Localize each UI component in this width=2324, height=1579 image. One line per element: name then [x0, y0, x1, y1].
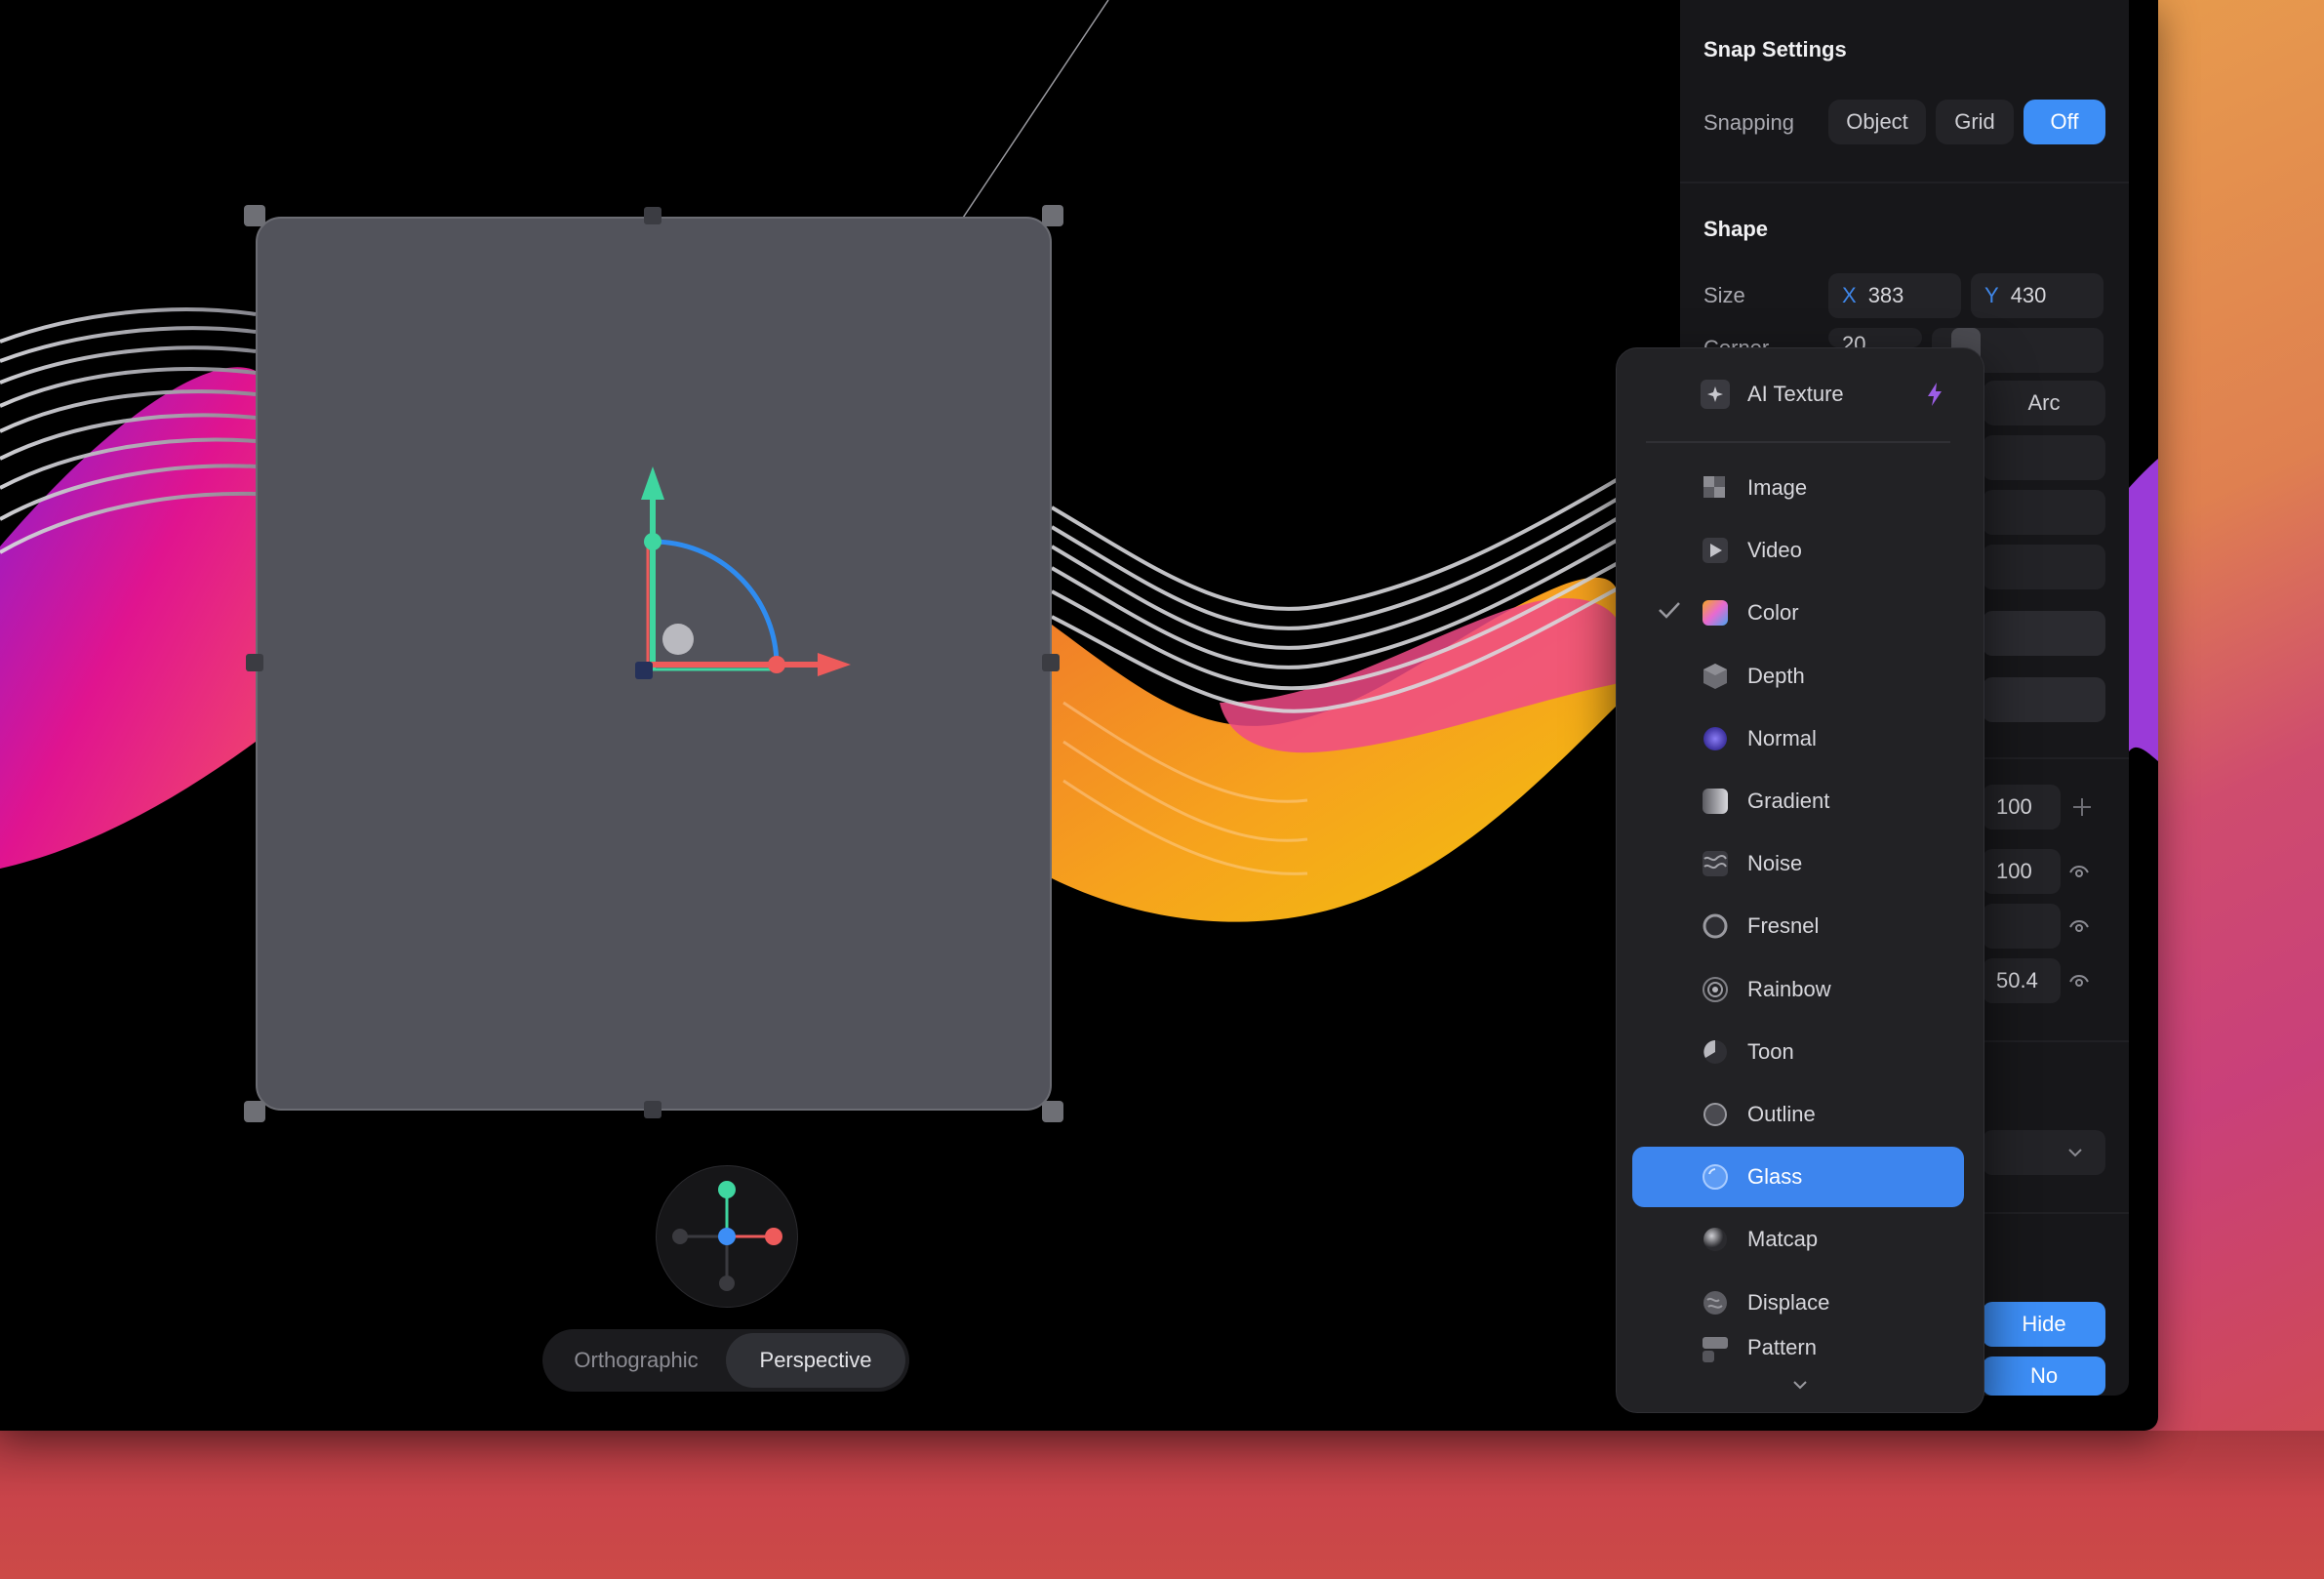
video-icon [1701, 536, 1730, 565]
noise-icon [1701, 849, 1730, 878]
eye-icon[interactable] [2068, 915, 2090, 937]
snap-settings-title: Snap Settings [1703, 37, 1847, 61]
snap-object-button[interactable]: Object [1828, 100, 1926, 144]
texture-item-label: Rainbow [1747, 976, 1831, 1001]
rainbow-icon [1701, 975, 1730, 1004]
snap-off-button[interactable]: Off [2023, 100, 2105, 144]
ai-texture-item[interactable]: AI Texture [1632, 364, 1964, 425]
arc-button[interactable]: Arc [1983, 381, 2105, 425]
ai-texture-label: AI Texture [1747, 382, 1844, 406]
shape-field-2[interactable] [1983, 490, 2105, 535]
lightning-icon [1928, 383, 1942, 406]
texture-item-label: Depth [1747, 663, 1805, 688]
normal-icon [1701, 724, 1730, 753]
texture-item-label: Displace [1747, 1289, 1830, 1315]
texture-item-label: Pattern [1747, 1334, 1817, 1359]
shape-field-1[interactable] [1983, 435, 2105, 480]
texture-item-pattern[interactable]: Pattern [1632, 1335, 1964, 1362]
desktop-wallpaper-bottom [0, 1431, 2324, 1579]
x-axis-label: X [1842, 283, 1857, 307]
texture-item-label: Toon [1747, 1038, 1794, 1064]
menu-separator [1646, 441, 1950, 443]
pattern-icon [1701, 1335, 1730, 1362]
texture-item-label: Fresnel [1747, 913, 1820, 939]
texture-item-label: Noise [1747, 851, 1803, 876]
texture-item-fresnel[interactable]: Fresnel [1632, 896, 1964, 956]
size-x-value: 383 [1867, 283, 1904, 307]
layer-value-field-4[interactable]: 50.4 [1983, 958, 2061, 1003]
size-label: Size [1703, 283, 1745, 307]
texture-item-gradient[interactable]: Gradient [1632, 771, 1964, 831]
texture-item-label: Matcap [1747, 1227, 1819, 1252]
gradient-icon [1701, 787, 1730, 816]
texture-item-label: Outline [1747, 1102, 1816, 1126]
add-icon[interactable] [2070, 795, 2094, 819]
size-x-field[interactable]: X 383 [1828, 273, 1961, 318]
sparkle-icon [1701, 380, 1730, 409]
texture-item-noise[interactable]: Noise [1632, 833, 1964, 894]
texture-dropdown-menu: AI Texture Image Video Color Depth Normal Gra… [1616, 347, 1984, 1413]
image-icon [1701, 473, 1730, 503]
texture-item-label: Color [1747, 600, 1799, 626]
texture-item-toon[interactable]: Toon [1632, 1022, 1964, 1082]
corner-field[interactable]: 20 [1828, 328, 1922, 347]
shape-field-5[interactable] [1983, 677, 2105, 722]
layer-value-field-1[interactable]: 100 [1983, 785, 2061, 830]
shape-title: Shape [1703, 217, 1769, 241]
texture-item-rainbow[interactable]: Rainbow [1632, 959, 1964, 1020]
outline-icon [1701, 1100, 1730, 1129]
texture-item-image[interactable]: Image [1632, 458, 1964, 518]
fresnel-icon [1701, 911, 1730, 941]
orthographic-option[interactable]: Orthographic [546, 1333, 726, 1388]
color-icon [1701, 598, 1730, 628]
shape-field-4[interactable] [1983, 611, 2105, 656]
texture-item-glass[interactable]: Glass [1632, 1147, 1964, 1208]
texture-item-label: Image [1747, 475, 1808, 500]
navigation-sphere[interactable] [656, 1165, 798, 1308]
glass-icon [1701, 1162, 1730, 1192]
eye-icon[interactable] [2068, 861, 2090, 882]
eye-icon[interactable] [2068, 970, 2090, 992]
size-y-field[interactable]: Y 430 [1971, 273, 2104, 318]
texture-item-matcap[interactable]: Matcap [1632, 1209, 1964, 1270]
perspective-option[interactable]: Perspective [726, 1333, 905, 1388]
texture-item-video[interactable]: Video [1632, 520, 1964, 581]
texture-item-label: Video [1747, 538, 1802, 563]
desktop-wallpaper-right [2137, 0, 2324, 1431]
hide-button[interactable]: Hide [1983, 1302, 2105, 1347]
matcap-icon [1701, 1225, 1730, 1254]
depth-icon [1701, 662, 1730, 691]
view-mode-toggle: Orthographic Perspective [542, 1329, 909, 1392]
texture-item-label: Normal [1747, 725, 1817, 750]
select-field[interactable] [1983, 1130, 2105, 1175]
no-button[interactable]: No [1983, 1356, 2105, 1396]
layer-value-field-3[interactable] [1983, 904, 2061, 949]
shape-field-3[interactable] [1983, 545, 2105, 589]
texture-item-label: Gradient [1747, 789, 1830, 813]
section-divider [1680, 182, 2129, 183]
texture-item-normal[interactable]: Normal [1632, 709, 1964, 769]
snapping-label: Snapping [1703, 110, 1794, 135]
scroll-down-chevron-icon[interactable] [1790, 1375, 1810, 1395]
displace-icon [1701, 1288, 1730, 1317]
checkmark-icon [1659, 602, 1680, 620]
texture-item-displace[interactable]: Displace [1632, 1273, 1964, 1333]
texture-item-label: Glass [1747, 1164, 1803, 1190]
chevron-down-icon[interactable] [2066, 1144, 2084, 1161]
size-y-value: 430 [2010, 283, 2047, 307]
snap-grid-button[interactable]: Grid [1936, 100, 2014, 144]
app-window: Orthographic Perspective Snap Settings S… [0, 0, 2158, 1431]
toon-icon [1701, 1037, 1730, 1067]
texture-item-outline[interactable]: Outline [1632, 1084, 1964, 1145]
layer-value-field-2[interactable]: 100 [1983, 849, 2061, 894]
texture-item-color[interactable]: Color [1632, 583, 1964, 643]
y-axis-label: Y [1984, 283, 1999, 307]
texture-item-depth[interactable]: Depth [1632, 646, 1964, 707]
